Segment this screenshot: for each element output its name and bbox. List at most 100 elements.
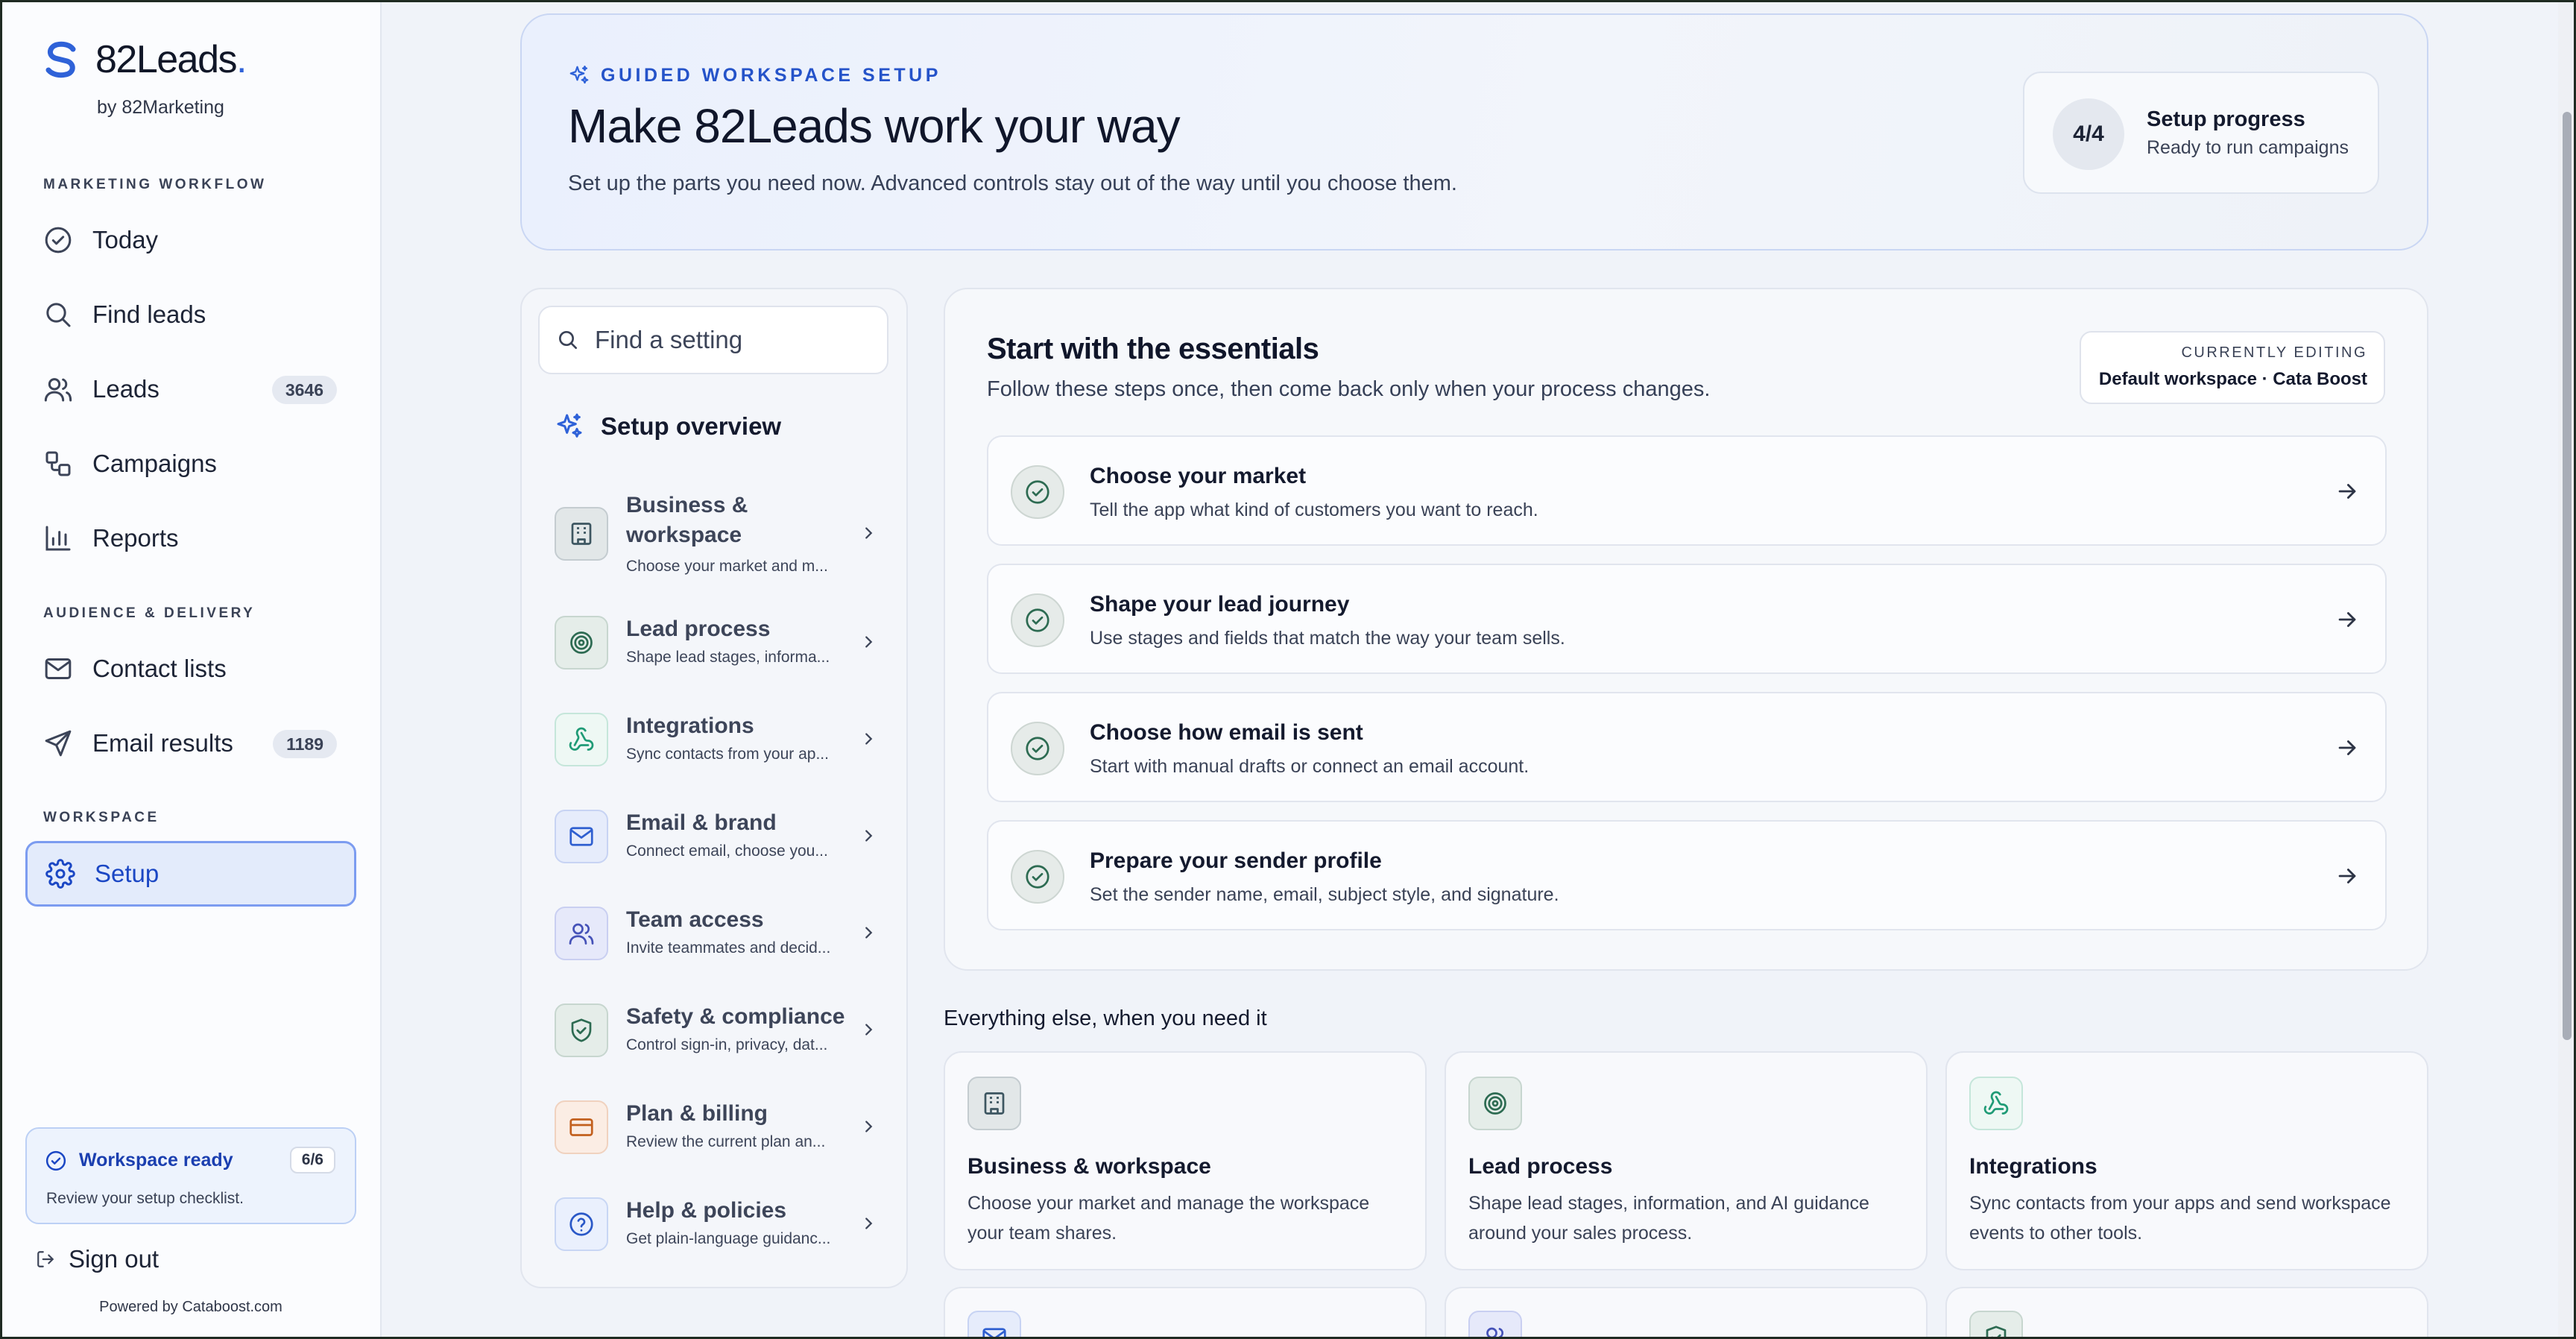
- shield-check-icon: [1969, 1311, 2023, 1339]
- card-desc: Shape lead stages, information, and AI g…: [1468, 1193, 1869, 1244]
- settings-card-safety-compliance[interactable]: [1945, 1287, 2428, 1339]
- step-desc: Start with manual drafts or connect an e…: [1090, 756, 1530, 777]
- gear-icon: [45, 859, 75, 889]
- overview-item-title: Integrations: [626, 713, 754, 738]
- send-icon: [45, 730, 72, 757]
- credit-card-icon: [555, 1100, 608, 1154]
- step-title: Choose your market: [1090, 464, 1307, 488]
- overview-item-email-brand[interactable]: Email & brand Connect email, choose you.…: [555, 798, 877, 872]
- overview-item-desc: Choose your market and m...: [626, 558, 828, 575]
- chevron-right-icon: [865, 927, 873, 939]
- sidebar-item-today[interactable]: Today: [25, 207, 356, 273]
- essentials-panel: Start with the essentials Follow these s…: [944, 288, 2428, 971]
- overview-item-help-policies[interactable]: Help & policies Get plain-language guida…: [555, 1185, 877, 1260]
- check-circle-icon: [1011, 465, 1064, 519]
- step-desc: Set the sender name, email, subject styl…: [1090, 884, 1559, 905]
- mail-icon: [555, 810, 608, 863]
- sidebar-item-leads[interactable]: Leads 3646: [25, 356, 356, 422]
- building-icon: [967, 1077, 1021, 1130]
- page-title: Make 82Leads work your way: [568, 99, 1181, 153]
- step-desc: Use stages and fields that match the way…: [1090, 628, 1565, 649]
- nav-section-audience: AUDIENCE & DELIVERY: [43, 605, 256, 621]
- sidebar-item-label: Reports: [92, 524, 179, 552]
- overview-item-lead-process[interactable]: Lead process Shape lead stages, informa.…: [555, 604, 877, 678]
- overview-item-desc: Get plain-language guidanc...: [626, 1230, 831, 1247]
- sign-out-label: Sign out: [69, 1245, 160, 1273]
- shield-check-icon: [555, 1004, 608, 1057]
- setup-progress-value: 4/4: [2053, 98, 2124, 170]
- users-icon: [44, 378, 72, 402]
- sidebar-item-label: Leads: [92, 375, 160, 403]
- sidebar: 82Leads. by 82Marketing MARKETING WORKFL…: [0, 0, 382, 1339]
- email-results-count-badge: 1189: [273, 730, 337, 758]
- sidebar-item-campaigns[interactable]: Campaigns: [25, 431, 356, 497]
- page-scrollbar[interactable]: [2558, 0, 2576, 1339]
- webhook-icon: [555, 713, 608, 766]
- check-circle-icon: [1011, 722, 1064, 775]
- overview-item-title: Plan & billing: [626, 1101, 768, 1126]
- essentials-subtitle: Follow these steps once, then come back …: [987, 377, 1711, 401]
- workspace-ready-badge: 6/6: [289, 1147, 335, 1173]
- essential-step-sender-profile[interactable]: Prepare your sender profile Set the send…: [987, 820, 2387, 930]
- sidebar-item-reports[interactable]: Reports: [25, 505, 356, 571]
- sidebar-item-find-leads[interactable]: Find leads: [25, 282, 356, 347]
- powered-by: Powered by Cataboost.com: [99, 1299, 282, 1315]
- overview-item-desc: Review the current plan an...: [626, 1133, 826, 1150]
- setting-search[interactable]: [538, 306, 888, 374]
- overview-item-business-workspace[interactable]: Business & workspace Choose your market …: [555, 485, 877, 582]
- brand[interactable]: 82Leads.: [40, 37, 247, 82]
- workflow-icon: [45, 451, 71, 476]
- overview-item-team-access[interactable]: Team access Invite teammates and decid..…: [555, 895, 877, 969]
- sidebar-item-contact-lists[interactable]: Contact lists: [25, 636, 356, 702]
- nav-section-marketing: MARKETING WORKFLOW: [43, 177, 267, 192]
- chevron-right-icon: [865, 733, 873, 745]
- step-title: Prepare your sender profile: [1090, 848, 1382, 873]
- hero-eyebrow: GUIDED WORKSPACE SETUP: [568, 64, 941, 86]
- overview-item-desc: Shape lead stages, informa...: [626, 649, 830, 666]
- everything-else-title: Everything else, when you need it: [944, 1006, 1267, 1030]
- setup-hero: GUIDED WORKSPACE SETUP Make 82Leads work…: [520, 13, 2428, 251]
- chevron-right-icon: [865, 1217, 873, 1229]
- sign-out-button[interactable]: Sign out: [36, 1245, 159, 1273]
- settings-card-lead-process[interactable]: Lead process Shape lead stages, informat…: [1445, 1051, 1928, 1270]
- chevron-right-icon: [865, 636, 873, 648]
- card-title: Lead process: [1468, 1154, 1613, 1179]
- scrollbar-thumb[interactable]: [2563, 112, 2572, 1040]
- arrow-right-icon: [2338, 612, 2356, 627]
- essential-step-lead-journey[interactable]: Shape your lead journey Use stages and f…: [987, 564, 2387, 674]
- setup-overview-title: Setup overview: [601, 412, 782, 440]
- sidebar-item-label: Today: [92, 226, 159, 253]
- check-circle-icon: [1011, 593, 1064, 647]
- currently-editing-label: CURRENTLY EDITING: [2181, 344, 2367, 361]
- overview-item-desc: Sync contacts from your ap...: [626, 746, 829, 763]
- hero-eyebrow-label: GUIDED WORKSPACE SETUP: [601, 64, 941, 86]
- card-desc: Choose your market and manage the worksp…: [967, 1193, 1370, 1244]
- overview-item-safety-compliance[interactable]: Safety & compliance Control sign-in, pri…: [555, 992, 877, 1066]
- check-circle-icon: [45, 1150, 66, 1171]
- workspace-ready-subtitle: Review your setup checklist.: [46, 1190, 244, 1207]
- workspace-ready-card[interactable]: Workspace ready 6/6 Review your setup ch…: [25, 1127, 356, 1224]
- users-icon: [1468, 1311, 1522, 1339]
- setting-search-input[interactable]: [595, 326, 878, 354]
- overview-item-title: Help & policies: [626, 1198, 787, 1223]
- arrow-right-icon: [2338, 740, 2356, 755]
- sidebar-item-email-results[interactable]: Email results 1189: [25, 711, 356, 776]
- sidebar-item-setup[interactable]: Setup: [25, 841, 356, 907]
- essential-step-choose-market[interactable]: Choose your market Tell the app what kin…: [987, 435, 2387, 546]
- settings-card-email-brand[interactable]: [944, 1287, 1427, 1339]
- target-icon: [1468, 1077, 1522, 1130]
- settings-card-business-workspace[interactable]: Business & workspace Choose your market …: [944, 1051, 1427, 1270]
- overview-item-title: Safety & compliance: [626, 1004, 845, 1029]
- mail-icon: [967, 1311, 1021, 1339]
- overview-item-integrations[interactable]: Integrations Sync contacts from your ap.…: [555, 701, 877, 775]
- sidebar-item-label: Contact lists: [92, 655, 227, 682]
- card-title: Integrations: [1969, 1154, 2097, 1179]
- chevron-right-icon: [865, 1121, 873, 1132]
- webhook-icon: [1969, 1077, 2023, 1130]
- settings-card-team-access[interactable]: [1445, 1287, 1928, 1339]
- settings-card-integrations[interactable]: Integrations Sync contacts from your app…: [1945, 1051, 2428, 1270]
- essential-step-email-sending[interactable]: Choose how email is sent Start with manu…: [987, 692, 2387, 802]
- search-icon: [559, 331, 577, 349]
- overview-item-plan-billing[interactable]: Plan & billing Review the current plan a…: [555, 1088, 877, 1163]
- users-icon: [555, 907, 608, 960]
